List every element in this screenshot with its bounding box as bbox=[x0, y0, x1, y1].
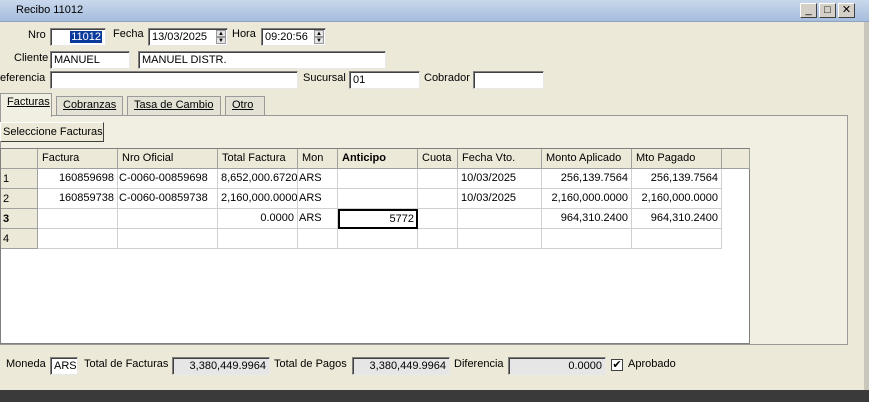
column-header-cuota[interactable]: Cuota bbox=[418, 149, 458, 169]
cell-anticipo-focused[interactable]: 5772 bbox=[338, 209, 418, 229]
hora-spinner[interactable]: ▲ ▼ bbox=[314, 30, 324, 44]
totals-bar: Moneda ARS Total de Facturas 3,380,449.9… bbox=[0, 352, 864, 375]
column-header-nro-oficial[interactable]: Nro Oficial bbox=[118, 149, 218, 169]
aprobado-checkbox[interactable]: ✔ bbox=[611, 359, 623, 371]
row-header-3[interactable]: 3 bbox=[1, 209, 38, 229]
column-header-anticipo[interactable]: Anticipo bbox=[338, 149, 418, 169]
grid-corner bbox=[1, 149, 38, 169]
cell-nro-oficial[interactable] bbox=[118, 229, 218, 249]
cell-factura[interactable] bbox=[38, 229, 118, 249]
total-facturas-field: 3,380,449.9964 bbox=[172, 357, 270, 375]
hora-value: 09:20:56 bbox=[265, 31, 308, 43]
cobrador-label: Cobrador bbox=[424, 72, 470, 84]
cell-mon[interactable]: ARS bbox=[298, 169, 338, 189]
cell-monto-aplicado[interactable] bbox=[542, 229, 632, 249]
nro-label: Nro bbox=[28, 29, 46, 41]
cell-total-factura[interactable]: 0.0000 bbox=[218, 209, 298, 229]
grid-header-filler bbox=[722, 149, 750, 169]
cell-anticipo[interactable] bbox=[338, 229, 418, 249]
fecha-value: 13/03/2025 bbox=[152, 31, 208, 43]
cell-mto-pagado[interactable]: 256,139.7564 bbox=[632, 169, 722, 189]
cell-mon[interactable]: ARS bbox=[298, 209, 338, 229]
cell-cuota[interactable] bbox=[418, 229, 458, 249]
column-header-monto-aplicado[interactable]: Monto Aplicado bbox=[542, 149, 632, 169]
spin-up-icon[interactable]: ▲ bbox=[314, 30, 324, 37]
cell-factura[interactable]: 160859738 bbox=[38, 189, 118, 209]
tab-otro[interactable]: Otro bbox=[225, 96, 265, 115]
total-pagos-label: Total de Pagos bbox=[274, 358, 347, 370]
moneda-label: Moneda bbox=[6, 358, 46, 370]
diferencia-label: Diferencia bbox=[454, 358, 504, 370]
cliente-label: Cliente bbox=[14, 52, 49, 64]
spin-down-icon[interactable]: ▼ bbox=[314, 37, 324, 44]
cell-total-factura[interactable]: 2,160,000.0000 bbox=[218, 189, 298, 209]
seleccione-facturas-button[interactable]: Seleccione Facturas bbox=[0, 122, 104, 142]
maximize-button[interactable]: □ bbox=[819, 3, 836, 18]
cell-mto-pagado[interactable]: 964,310.2400 bbox=[632, 209, 722, 229]
row-header-1[interactable]: 1 bbox=[1, 169, 38, 189]
column-header-mto-pagado[interactable]: Mto Pagado bbox=[632, 149, 722, 169]
cell-anticipo[interactable] bbox=[338, 189, 418, 209]
column-header-fecha-vto[interactable]: Fecha Vto. bbox=[458, 149, 542, 169]
cell-mto-pagado[interactable] bbox=[632, 229, 722, 249]
cell-factura[interactable] bbox=[38, 209, 118, 229]
cliente-name-field[interactable]: MANUEL DISTR. bbox=[138, 51, 386, 69]
desktop-strip bbox=[0, 390, 869, 402]
spin-up-icon[interactable]: ▲ bbox=[216, 30, 226, 37]
cell-monto-aplicado[interactable]: 964,310.2400 bbox=[542, 209, 632, 229]
cell-nro-oficial[interactable]: C-0060-00859738 bbox=[118, 189, 218, 209]
cell-cuota[interactable] bbox=[418, 209, 458, 229]
column-header-factura[interactable]: Factura bbox=[38, 149, 118, 169]
tab-facturas[interactable]: Facturas bbox=[0, 93, 52, 117]
window-edge bbox=[864, 22, 869, 390]
fecha-field[interactable]: 13/03/2025 ▲ ▼ bbox=[148, 28, 228, 46]
column-header-total-factura[interactable]: Total Factura bbox=[218, 149, 298, 169]
column-header-mon[interactable]: Mon bbox=[298, 149, 338, 169]
nro-value: 11012 bbox=[70, 31, 102, 43]
close-button[interactable]: ✕ bbox=[838, 3, 855, 18]
hora-field[interactable]: 09:20:56 ▲ ▼ bbox=[261, 28, 326, 46]
fecha-label: Fecha bbox=[113, 28, 144, 40]
aprobado-label: Aprobado bbox=[628, 358, 676, 370]
cell-cuota[interactable] bbox=[418, 189, 458, 209]
row-header-4[interactable]: 4 bbox=[1, 229, 38, 249]
cell-anticipo[interactable] bbox=[338, 169, 418, 189]
sucursal-label: Sucursal bbox=[303, 72, 346, 84]
spin-down-icon[interactable]: ▼ bbox=[216, 37, 226, 44]
nro-field[interactable]: 11012 bbox=[50, 28, 106, 46]
title-bar: Recibo 11012 _ □ ✕ bbox=[0, 0, 869, 22]
cell-mon[interactable]: ARS bbox=[298, 189, 338, 209]
cell-fecha-vto[interactable] bbox=[458, 229, 542, 249]
cell-nro-oficial[interactable] bbox=[118, 209, 218, 229]
diferencia-field: 0.0000 bbox=[508, 357, 606, 375]
hora-label: Hora bbox=[232, 28, 256, 40]
tab-tasa-de-cambio[interactable]: Tasa de Cambio bbox=[127, 96, 221, 115]
total-pagos-field: 3,380,449.9964 bbox=[352, 357, 450, 375]
cell-total-factura[interactable] bbox=[218, 229, 298, 249]
minimize-button[interactable]: _ bbox=[800, 3, 817, 18]
cell-mto-pagado[interactable]: 2,160,000.0000 bbox=[632, 189, 722, 209]
cell-factura[interactable]: 160859698 bbox=[38, 169, 118, 189]
cell-mon[interactable] bbox=[298, 229, 338, 249]
row-header-2[interactable]: 2 bbox=[1, 189, 38, 209]
cell-cuota[interactable] bbox=[418, 169, 458, 189]
cell-monto-aplicado[interactable]: 256,139.7564 bbox=[542, 169, 632, 189]
cell-fecha-vto[interactable]: 10/03/2025 bbox=[458, 189, 542, 209]
referencia-label: eferencia bbox=[0, 72, 46, 84]
total-facturas-label: Total de Facturas bbox=[84, 358, 169, 370]
moneda-field[interactable]: ARS bbox=[50, 357, 78, 375]
cell-fecha-vto[interactable]: 10/03/2025 bbox=[458, 169, 542, 189]
cell-nro-oficial[interactable]: C-0060-00859698 bbox=[118, 169, 218, 189]
fecha-spinner[interactable]: ▲ ▼ bbox=[216, 30, 226, 44]
cell-fecha-vto[interactable] bbox=[458, 209, 542, 229]
window-title: Recibo 11012 bbox=[16, 4, 84, 16]
tab-cobranzas[interactable]: Cobranzas bbox=[56, 96, 123, 115]
cliente-code-field[interactable]: MANUEL bbox=[50, 51, 130, 69]
cell-total-factura[interactable]: 8,652,000.6720 bbox=[218, 169, 298, 189]
facturas-grid[interactable]: Factura Nro Oficial Total Factura Mon An… bbox=[0, 148, 750, 344]
referencia-field[interactable] bbox=[50, 71, 298, 89]
sucursal-field[interactable]: 01 bbox=[349, 71, 420, 89]
cell-monto-aplicado[interactable]: 2,160,000.0000 bbox=[542, 189, 632, 209]
cobrador-field[interactable] bbox=[473, 71, 544, 89]
